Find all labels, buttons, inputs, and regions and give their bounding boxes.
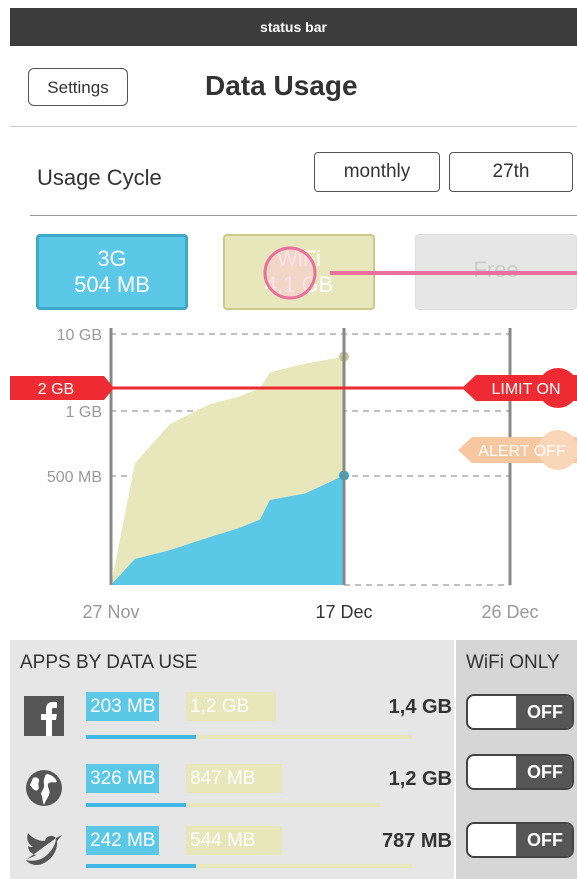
wifi-only-heading: WiFi ONLY [466, 652, 560, 673]
wifi-only-toggle-browser[interactable]: OFF [466, 754, 574, 790]
twitter-bird-icon [26, 833, 62, 865]
alert-off-label: ALERT OFF [478, 443, 566, 460]
toggle-state: OFF [516, 696, 572, 728]
mobile-usage-bar [86, 864, 196, 868]
apps-heading: APPS BY DATA USE [20, 652, 198, 673]
app-row-facebook[interactable]: 203 MB 1,2 GB 1,4 GB [10, 692, 454, 752]
wifi-usage-tag: 1,2 GB [186, 692, 276, 721]
page-title: Data Usage [205, 70, 358, 101]
wifi-only-panel: WiFi ONLY OFF OFF OFF [456, 640, 577, 879]
x-tick-label: 27 Nov [82, 602, 139, 622]
toggle-state: OFF [516, 756, 572, 788]
usage-cycle-label: Usage Cycle [37, 165, 162, 190]
mobile-usage-tag: 326 MB [86, 764, 160, 793]
app-row-twitter[interactable]: 242 MB 544 MB 787 MB [10, 826, 454, 879]
wifi-only-toggle-twitter[interactable]: OFF [466, 822, 574, 858]
divider [30, 215, 577, 216]
wifi-usage-tag: 847 MB [186, 764, 282, 793]
status-bar: status bar [10, 8, 577, 46]
usage-chart: 10 GB 1 GB 500 MB 27 Nov 17 Dec 26 Dec 2 GB LI… [10, 327, 577, 622]
globe-icon [26, 770, 62, 806]
mobile-usage-bar [86, 803, 186, 807]
facebook-icon [24, 696, 64, 736]
limit-on-label: LIMIT ON [491, 381, 560, 398]
y-tick-label: 10 GB [57, 327, 102, 344]
app-total: 787 MB [381, 830, 452, 852]
cycle-period-button[interactable]: monthly [314, 152, 440, 192]
apps-panel: APPS BY DATA USE 203 MB 1,2 GB 1,4 GB 32… [10, 640, 454, 879]
toggle-state: OFF [516, 824, 572, 856]
wifi-only-toggle-facebook[interactable]: OFF [466, 694, 574, 730]
app-screen: status bar Settings Data Usage Usage Cyc… [10, 8, 577, 879]
drag-handle[interactable] [263, 246, 317, 300]
nav-header: Settings Data Usage [10, 46, 577, 127]
x-tick-label: 17 Dec [315, 602, 372, 622]
mobile-usage-bar [86, 735, 196, 739]
limit-value-label: 2 GB [38, 381, 74, 398]
y-tick-label: 1 GB [66, 404, 102, 421]
mobile-usage-tag: 203 MB [86, 692, 160, 721]
settings-button[interactable]: Settings [28, 68, 128, 106]
wifi-usage-tag: 544 MB [186, 826, 282, 855]
tab-drag-overlay [263, 246, 577, 300]
app-total: 1,4 GB [388, 696, 452, 718]
x-tick-label: 26 Dec [481, 602, 538, 622]
mobile-usage-tag: 242 MB [86, 826, 160, 855]
cycle-day-button[interactable]: 27th [449, 152, 573, 192]
app-total: 1,2 GB [388, 768, 452, 790]
y-tick-label: 500 MB [47, 469, 102, 486]
app-row-browser[interactable]: 326 MB 847 MB 1,2 GB [10, 764, 454, 824]
